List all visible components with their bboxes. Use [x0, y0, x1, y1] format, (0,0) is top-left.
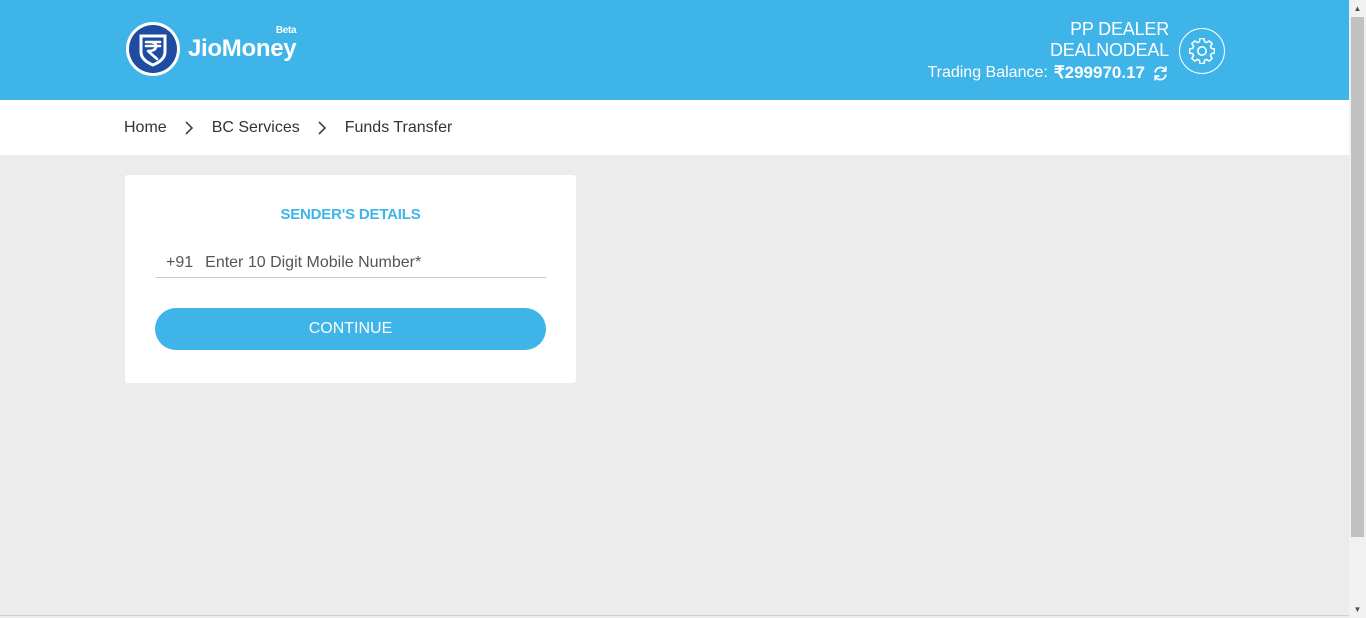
scroll-up-arrow-icon[interactable]: ▲	[1349, 0, 1366, 17]
page: JioMoney Beta PP DEALER DEALNODEAL Tradi…	[0, 0, 1349, 618]
card-title: SENDER'S DETAILS	[280, 206, 421, 223]
breadcrumb-funds-transfer: Funds Transfer	[344, 118, 453, 136]
brand-name: JioMoney	[188, 35, 297, 62]
country-code: +91	[166, 254, 194, 271]
user-name: DEALNODEAL	[1049, 40, 1169, 60]
beta-badge: Beta	[275, 25, 297, 36]
breadcrumb-home[interactable]: Home	[124, 119, 167, 137]
user-type: PP DEALER	[1070, 19, 1169, 39]
gear-icon	[1189, 38, 1215, 64]
breadcrumb: Home BC Services Funds Transfer	[124, 100, 452, 155]
balance-label: Trading Balance:	[927, 64, 1048, 81]
trading-balance: Trading Balance: ₹299970.17	[927, 62, 1169, 84]
top-header: JioMoney Beta PP DEALER DEALNODEAL Tradi…	[0, 0, 1349, 100]
refresh-icon[interactable]	[1152, 65, 1169, 82]
bottom-divider	[0, 615, 1349, 616]
continue-button[interactable]: CONTINUE	[155, 308, 546, 350]
settings-button[interactable]	[1179, 28, 1225, 74]
scrollbar-thumb[interactable]	[1351, 17, 1364, 537]
rupee-shield-icon	[126, 22, 180, 76]
mobile-number-input[interactable]	[205, 251, 546, 275]
mobile-number-field: +91	[156, 249, 546, 278]
vertical-scrollbar[interactable]: ▲ ▼	[1349, 0, 1366, 618]
sender-details-card: SENDER'S DETAILS +91 CONTINUE	[125, 175, 576, 383]
breadcrumb-bar: Home BC Services Funds Transfer	[0, 100, 1349, 155]
balance-value: ₹299970.17	[1053, 63, 1145, 82]
chevron-right-icon	[167, 120, 212, 135]
chevron-right-icon	[300, 120, 345, 135]
breadcrumb-bc-services[interactable]: BC Services	[212, 119, 300, 137]
brand-logo[interactable]: JioMoney Beta	[126, 22, 297, 76]
user-info: PP DEALER DEALNODEAL Trading Balance: ₹2…	[927, 19, 1169, 84]
scroll-down-arrow-icon[interactable]: ▼	[1349, 601, 1366, 618]
